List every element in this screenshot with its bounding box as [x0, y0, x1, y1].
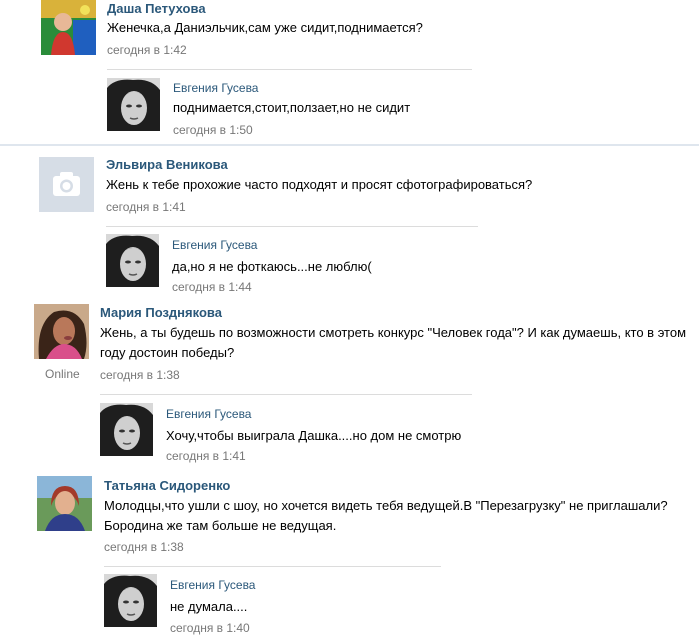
reply-avatar[interactable] [104, 574, 157, 627]
reply-divider [100, 394, 472, 395]
online-status: Online [45, 367, 80, 381]
comment-text-line2: Бородина же там больше не ведущая. [104, 518, 337, 533]
comment-thread: Online Мария Позднякова Жень, а ты будеш… [0, 300, 699, 468]
comment-text-line2: году достоин победы? [100, 345, 235, 360]
reply-author[interactable]: Евгения Гусева [166, 407, 251, 421]
comment-timestamp[interactable]: сегодня в 1:38 [100, 368, 180, 382]
reply-text: да,но я не фоткаюсь...не люблю( [172, 259, 372, 274]
reply-author[interactable]: Евгения Гусева [170, 578, 255, 592]
reply-text: Хочу,чтобы выиграла Дашка....но дом не с… [166, 428, 462, 443]
reply-avatar[interactable] [106, 234, 159, 287]
reply-author[interactable]: Евгения Гусева [172, 238, 257, 252]
comment-timestamp[interactable]: сегодня в 1:38 [104, 540, 184, 554]
comment-author[interactable]: Эльвира Веникова [106, 157, 228, 172]
reply-avatar[interactable] [100, 403, 153, 456]
comment-author[interactable]: Татьяна Сидоренко [104, 478, 230, 493]
avatar[interactable] [37, 476, 92, 531]
comment-text-line1: Молодцы,что ушли с шоу, но хочется видет… [104, 498, 668, 513]
reply-divider [107, 69, 472, 70]
comment-text: Женечка,а Даниэльчик,сам уже сидит,подни… [107, 20, 423, 35]
comment-text-line1: Жень, а ты будешь по возможности смотрет… [100, 325, 687, 340]
avatar[interactable] [39, 157, 94, 212]
reply-text: поднимается,стоит,ползает,но не сидит [173, 100, 411, 115]
avatar[interactable] [34, 304, 89, 359]
reply-divider [106, 226, 478, 227]
reply-author[interactable]: Евгения Гусева [173, 81, 258, 95]
comment-text: Жень к тебе прохожие часто подходят и пр… [106, 177, 533, 192]
reply-timestamp[interactable]: сегодня в 1:50 [173, 123, 253, 137]
reply-timestamp[interactable]: сегодня в 1:44 [172, 280, 252, 294]
comment-timestamp[interactable]: сегодня в 1:41 [106, 200, 186, 214]
thread-separator [0, 144, 699, 146]
comments-feed: Даша Петухова Женечка,а Даниэльчик,сам у… [0, 0, 699, 641]
reply-timestamp[interactable]: сегодня в 1:40 [170, 621, 250, 635]
comment-thread: Даша Петухова Женечка,а Даниэльчик,сам у… [0, 0, 699, 140]
comment-author[interactable]: Мария Позднякова [100, 305, 222, 320]
camera-icon [39, 157, 94, 212]
comment-thread: Эльвира Веникова Жень к тебе прохожие ча… [0, 150, 699, 295]
avatar[interactable] [41, 0, 96, 55]
reply-text: не думала.... [170, 599, 248, 614]
reply-avatar[interactable] [107, 78, 160, 131]
comment-timestamp[interactable]: сегодня в 1:42 [107, 43, 187, 57]
comment-thread: Татьяна Сидоренко Молодцы,что ушли с шоу… [0, 472, 699, 641]
reply-timestamp[interactable]: сегодня в 1:41 [166, 449, 246, 463]
reply-divider [104, 566, 441, 567]
comment-author[interactable]: Даша Петухова [107, 1, 206, 16]
